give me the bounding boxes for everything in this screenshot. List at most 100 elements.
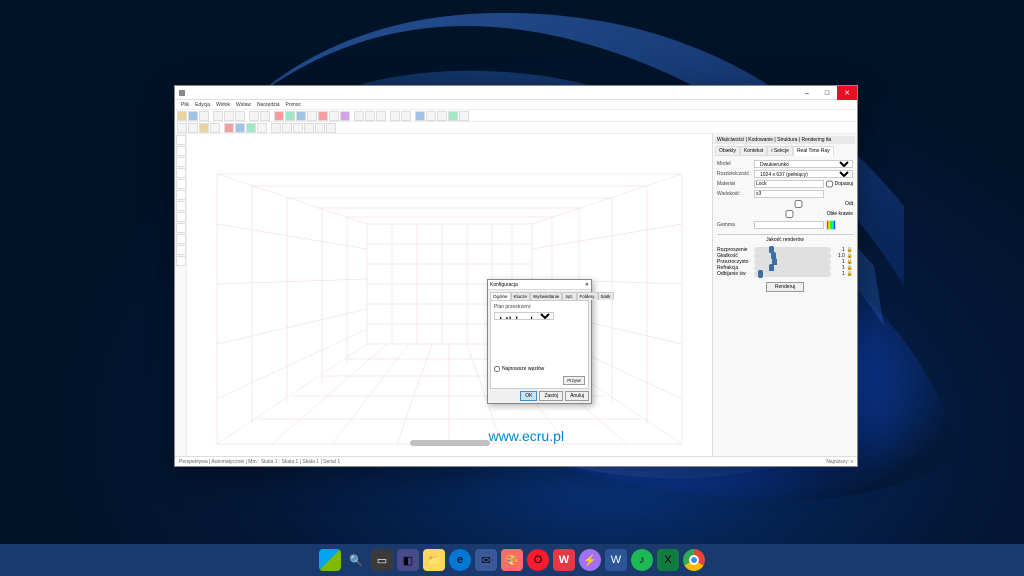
ok-button[interactable]: OK: [520, 391, 537, 401]
tool-l[interactable]: [401, 111, 411, 121]
tool-b[interactable]: [285, 111, 295, 121]
tool2-h[interactable]: [257, 123, 267, 133]
tool-h[interactable]: [354, 111, 364, 121]
tool2-e[interactable]: [224, 123, 234, 133]
minimize-button[interactable]: –: [797, 86, 817, 100]
gamma-input[interactable]: [754, 221, 824, 229]
menu-insert[interactable]: Wstaw: [236, 102, 251, 108]
spotify-icon[interactable]: ♪: [631, 549, 653, 571]
watermark-link[interactable]: www.ecru.pl: [489, 428, 564, 444]
tool-g[interactable]: [340, 111, 350, 121]
reset-button[interactable]: Przywr: [563, 376, 585, 385]
tool2-c[interactable]: [199, 123, 209, 133]
word-icon[interactable]: W: [605, 549, 627, 571]
apply-button[interactable]: Zastoj: [539, 391, 563, 401]
tool-d[interactable]: [307, 111, 317, 121]
tool-q[interactable]: [459, 111, 469, 121]
ltool-erase[interactable]: [176, 256, 186, 266]
ltool-line[interactable]: [176, 179, 186, 189]
cut-checkbox[interactable]: [754, 200, 843, 208]
widgets-icon[interactable]: ◧: [397, 549, 419, 571]
round-checkbox[interactable]: [754, 210, 825, 218]
ltool-rotate[interactable]: [176, 157, 186, 167]
tool-p[interactable]: [448, 111, 458, 121]
ptab-objects[interactable]: Obiekty: [715, 146, 740, 156]
slider-4[interactable]: [754, 271, 831, 277]
opera-icon[interactable]: O: [527, 549, 549, 571]
menu-view[interactable]: Widok: [216, 102, 230, 108]
ltool-scale[interactable]: [176, 168, 186, 178]
titlebar[interactable]: – □ ✕: [175, 86, 857, 100]
dialog-titlebar[interactable]: Konfiguracja ✕: [488, 280, 591, 290]
ltool-fill[interactable]: [176, 245, 186, 255]
tool-n[interactable]: [426, 111, 436, 121]
tool2-l[interactable]: [304, 123, 314, 133]
search-icon[interactable]: 🔍: [345, 549, 367, 571]
material-input[interactable]: [754, 180, 824, 188]
tool-m[interactable]: [415, 111, 425, 121]
chrome-icon[interactable]: [683, 549, 705, 571]
tool-j[interactable]: [376, 111, 386, 121]
edge-icon[interactable]: e: [449, 549, 471, 571]
dtab-general[interactable]: Ogólne: [490, 292, 511, 300]
tool2-m[interactable]: [315, 123, 325, 133]
mail-icon[interactable]: ✉: [475, 549, 497, 571]
close-button[interactable]: ✕: [837, 86, 857, 100]
task-view-icon[interactable]: ▭: [371, 549, 393, 571]
model-select[interactable]: Dwukierunko: [754, 160, 853, 168]
messenger-icon[interactable]: ⚡: [579, 549, 601, 571]
menu-tools[interactable]: Narzędzia: [257, 102, 280, 108]
3d-viewport[interactable]: www.ecru.pl Konfiguracja ✕ Ogólne Klucze…: [187, 134, 712, 456]
wordpad-icon[interactable]: W: [553, 549, 575, 571]
maximize-button[interactable]: □: [817, 86, 837, 100]
menu-help[interactable]: Pomoc: [286, 102, 302, 108]
excel-icon[interactable]: X: [657, 549, 679, 571]
ltool-circle[interactable]: [176, 201, 186, 211]
paint-icon[interactable]: 🎨: [501, 549, 523, 571]
tool2-a[interactable]: [177, 123, 187, 133]
ltool-text[interactable]: [176, 223, 186, 233]
tool-o[interactable]: [437, 111, 447, 121]
file-explorer-icon[interactable]: 📁: [423, 549, 445, 571]
tool-save[interactable]: [199, 111, 209, 121]
tool-e[interactable]: [318, 111, 328, 121]
cancel-button[interactable]: Anuluj: [565, 391, 589, 401]
tool2-f[interactable]: [235, 123, 245, 133]
menu-file[interactable]: Plik: [181, 102, 189, 108]
tool-copy[interactable]: [224, 111, 234, 121]
fit-checkbox[interactable]: [826, 180, 833, 188]
dtab-folders[interactable]: Foldery: [577, 292, 598, 300]
tool-cut[interactable]: [213, 111, 223, 121]
gamma-picker[interactable]: [826, 220, 836, 230]
quality-input[interactable]: [754, 190, 824, 198]
ptab-context[interactable]: Kontekst: [740, 146, 767, 156]
ltool-dim[interactable]: [176, 234, 186, 244]
tool2-d[interactable]: [210, 123, 220, 133]
ptab-sections[interactable]: i Sekcje: [767, 146, 793, 156]
tool-new[interactable]: [177, 111, 187, 121]
dtab-display[interactable]: Wyświetlanie: [530, 292, 562, 300]
tool-undo[interactable]: [249, 111, 259, 121]
ltool-move[interactable]: [176, 146, 186, 156]
tool2-b[interactable]: [188, 123, 198, 133]
dtab-lang[interactable]: Jęz.: [562, 292, 576, 300]
ltool-arc[interactable]: [176, 212, 186, 222]
tool-c[interactable]: [296, 111, 306, 121]
tool-redo[interactable]: [260, 111, 270, 121]
dtab-grid[interactable]: Siatk: [598, 292, 614, 300]
tool-i[interactable]: [365, 111, 375, 121]
tool2-i[interactable]: [271, 123, 281, 133]
render-button[interactable]: Renderuj: [766, 282, 804, 292]
tool-k[interactable]: [390, 111, 400, 121]
tool-f[interactable]: [329, 111, 339, 121]
tool-open[interactable]: [188, 111, 198, 121]
resolution-select[interactable]: 1024 x 637 (pełniący): [754, 170, 853, 178]
tool-a[interactable]: [274, 111, 284, 121]
space-plan-select[interactable]: Układ planarny: [494, 312, 554, 320]
tool-paste[interactable]: [235, 111, 245, 121]
slider-lock-4[interactable]: 🔒: [847, 271, 853, 277]
start-button[interactable]: [319, 549, 341, 571]
tool2-g[interactable]: [246, 123, 256, 133]
horizontal-scrollbar[interactable]: [410, 440, 490, 446]
tool2-j[interactable]: [282, 123, 292, 133]
